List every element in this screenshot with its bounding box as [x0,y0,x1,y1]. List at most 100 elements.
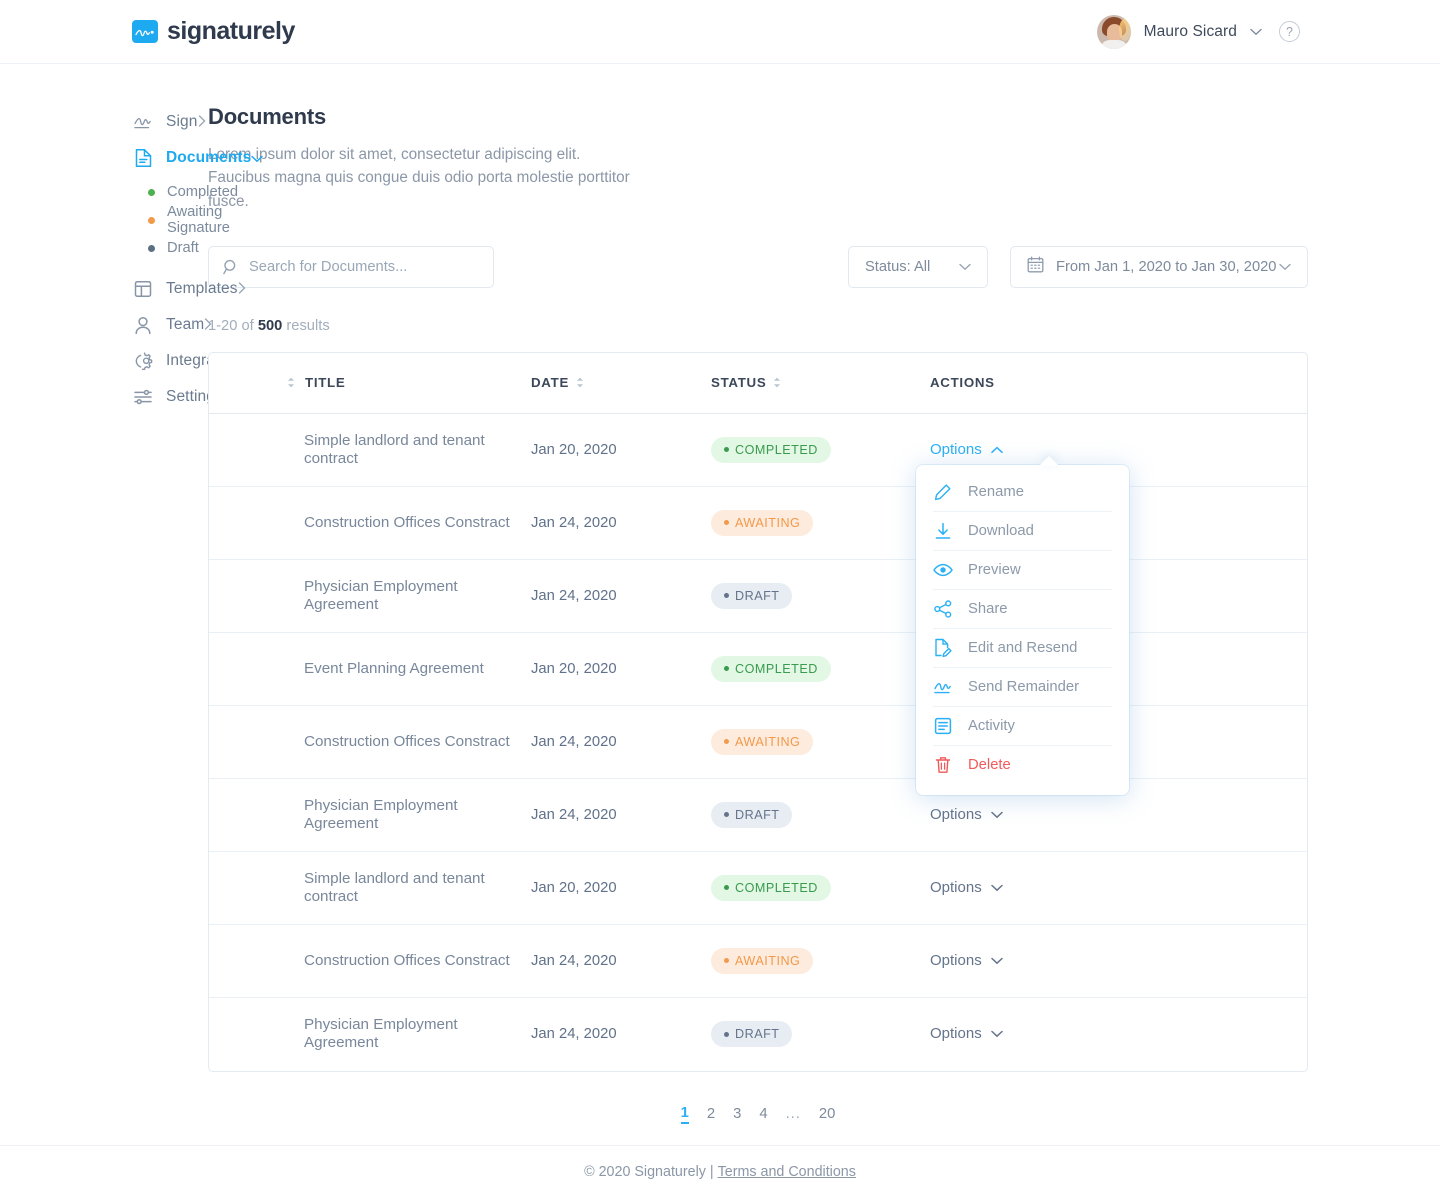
cell-title: Physician Employment Agreement [209,797,531,833]
column-header-title[interactable]: TITLE [209,375,531,390]
column-header-status[interactable]: STATUS [711,375,923,390]
sidebar-item-settings[interactable]: Settings [132,379,231,415]
options-button[interactable]: Options [930,952,1003,969]
document-title: Simple landlord and tenant contract [304,869,485,905]
menu-item-preview[interactable]: Preview [933,551,1112,590]
status-dot-awaiting [148,216,155,224]
chevron-down-icon[interactable] [1250,23,1262,41]
status-filter-select[interactable]: Status: All [848,245,988,288]
cell-actions: Options [923,441,1307,459]
search-box[interactable] [208,245,494,288]
menu-item-send-remainder[interactable]: Send Remainder [933,668,1112,707]
menu-item-label: Rename [968,483,1024,500]
sort-arrows-icon[interactable] [576,377,584,388]
cell-title: Simple landlord and tenant contract [209,432,531,468]
pagination-page-1[interactable]: 1 [680,1105,689,1124]
options-button[interactable]: Options [930,441,1003,458]
sort-arrows-icon[interactable] [287,377,295,388]
results-suffix: results [282,317,330,334]
status-label: AWAITING [735,515,801,530]
menu-item-download[interactable]: Download [933,512,1112,551]
sidebar-item-templates[interactable]: Templates [132,271,246,307]
status-badge: COMPLETED [711,655,831,682]
sidebar-item-integrations[interactable]: Integrations [132,343,256,379]
date-range-label: From Jan 1, 2020 to Jan 30, 2020 [1056,258,1277,275]
sidebar-subitem-label: Draft [167,240,199,256]
column-header-date[interactable]: DATE [531,375,711,390]
sidebar-item-awaiting-signature[interactable]: Awaiting Signature [148,204,230,236]
document-date: Jan 24, 2020 [531,952,617,969]
document-title: Construction Offices Constract [304,513,510,531]
cell-date: Jan 24, 2020 [531,733,711,751]
menu-item-edit-and-resend[interactable]: Edit and Resend [933,629,1112,668]
options-dropdown-menu[interactable]: Rename Download Preview Share Edit and Resen… [916,464,1129,795]
cell-date: Jan 24, 2020 [531,952,711,970]
status-label: COMPLETED [735,442,818,457]
cell-status: COMPLETED [711,874,923,901]
status-label: AWAITING [735,953,801,968]
options-label: Options [930,951,982,969]
table-row: Simple landlord and tenant contract Jan 2… [209,852,1307,925]
table-row: Event Planning Agreement Jan 20, 2020 COMP… [209,633,1307,706]
status-badge: COMPLETED [711,874,831,901]
trash-icon [933,755,953,775]
table-row: Simple landlord and tenant contract Jan 2… [209,414,1307,487]
table-row: Construction Offices Constract Jan 24, 20… [209,925,1307,998]
sidebar-item-label: Documents [166,149,252,166]
signature-icon [933,677,953,697]
sidebar-item-team[interactable]: Team [132,307,212,343]
pagination-page-4[interactable]: 4 [759,1106,767,1122]
pagination-ellipsis: ... [785,1106,801,1123]
menu-item-label: Share [968,600,1008,617]
pagination-page-2[interactable]: 2 [707,1106,715,1122]
search-input[interactable] [249,258,479,275]
options-button[interactable]: Options [930,879,1003,896]
cell-date: Jan 20, 2020 [531,660,711,678]
brand-logo[interactable]: signaturely [132,17,295,46]
document-edit-icon [933,638,953,658]
cell-title: Construction Offices Constract [209,952,531,970]
menu-item-delete[interactable]: Delete [933,746,1112,785]
cell-date: Jan 20, 2020 [531,879,711,897]
sidebar-item-label: Team [166,316,205,333]
menu-item-activity[interactable]: Activity [933,707,1112,746]
menu-item-share[interactable]: Share [933,590,1112,629]
results-total: 500 [257,317,283,334]
sidebar-item-draft[interactable]: Draft [148,234,208,262]
status-badge: DRAFT [711,801,793,828]
documents-table: TITLE DATE STATUS ACTIONS Simple landlor… [208,351,1308,1072]
main-content: Documents Lorem ipsum dolor sit amet, co… [208,104,1440,1124]
cell-title: Construction Offices Constract [209,733,531,751]
document-title: Physician Employment Agreement [304,577,458,613]
cell-title: Physician Employment Agreement [209,1016,531,1052]
menu-item-label: Download [968,522,1034,539]
share-icon [933,599,953,619]
sidebar-item-completed[interactable]: Completed [148,178,238,206]
pagination-page-20[interactable]: 20 [819,1106,835,1122]
chevron-down-icon [1279,259,1291,275]
options-label: Options [930,878,982,896]
document-date: Jan 20, 2020 [531,441,617,458]
options-label: Options [930,440,982,458]
date-range-select[interactable]: From Jan 1, 2020 to Jan 30, 2020 [1010,245,1308,288]
status-label: DRAFT [735,1027,780,1042]
pagination-page-3[interactable]: 3 [733,1106,741,1122]
cell-status: COMPLETED [711,655,923,682]
options-button[interactable]: Options [930,806,1003,823]
sidebar-item-label: Templates [166,280,238,297]
menu-item-rename[interactable]: Rename [933,473,1112,512]
sidebar-item-documents[interactable]: Documents [132,140,264,176]
help-icon[interactable]: ? [1279,21,1300,42]
user-name: Mauro Sicard [1143,22,1237,40]
sidebar-item-sign[interactable]: Sign [132,104,208,140]
terms-and-conditions-link[interactable]: Terms and Conditions [718,1164,856,1180]
document-date: Jan 24, 2020 [531,514,617,531]
user-menu[interactable]: Mauro Sicard ? [1096,14,1300,49]
eye-icon [933,560,953,580]
table-header-row: TITLE DATE STATUS ACTIONS [209,353,1307,414]
options-button[interactable]: Options [930,1025,1003,1042]
sort-arrows-icon[interactable] [773,377,781,388]
chevron-down-icon [990,952,1003,969]
sliders-icon [132,386,154,408]
document-title: Physician Employment Agreement [304,1016,458,1052]
